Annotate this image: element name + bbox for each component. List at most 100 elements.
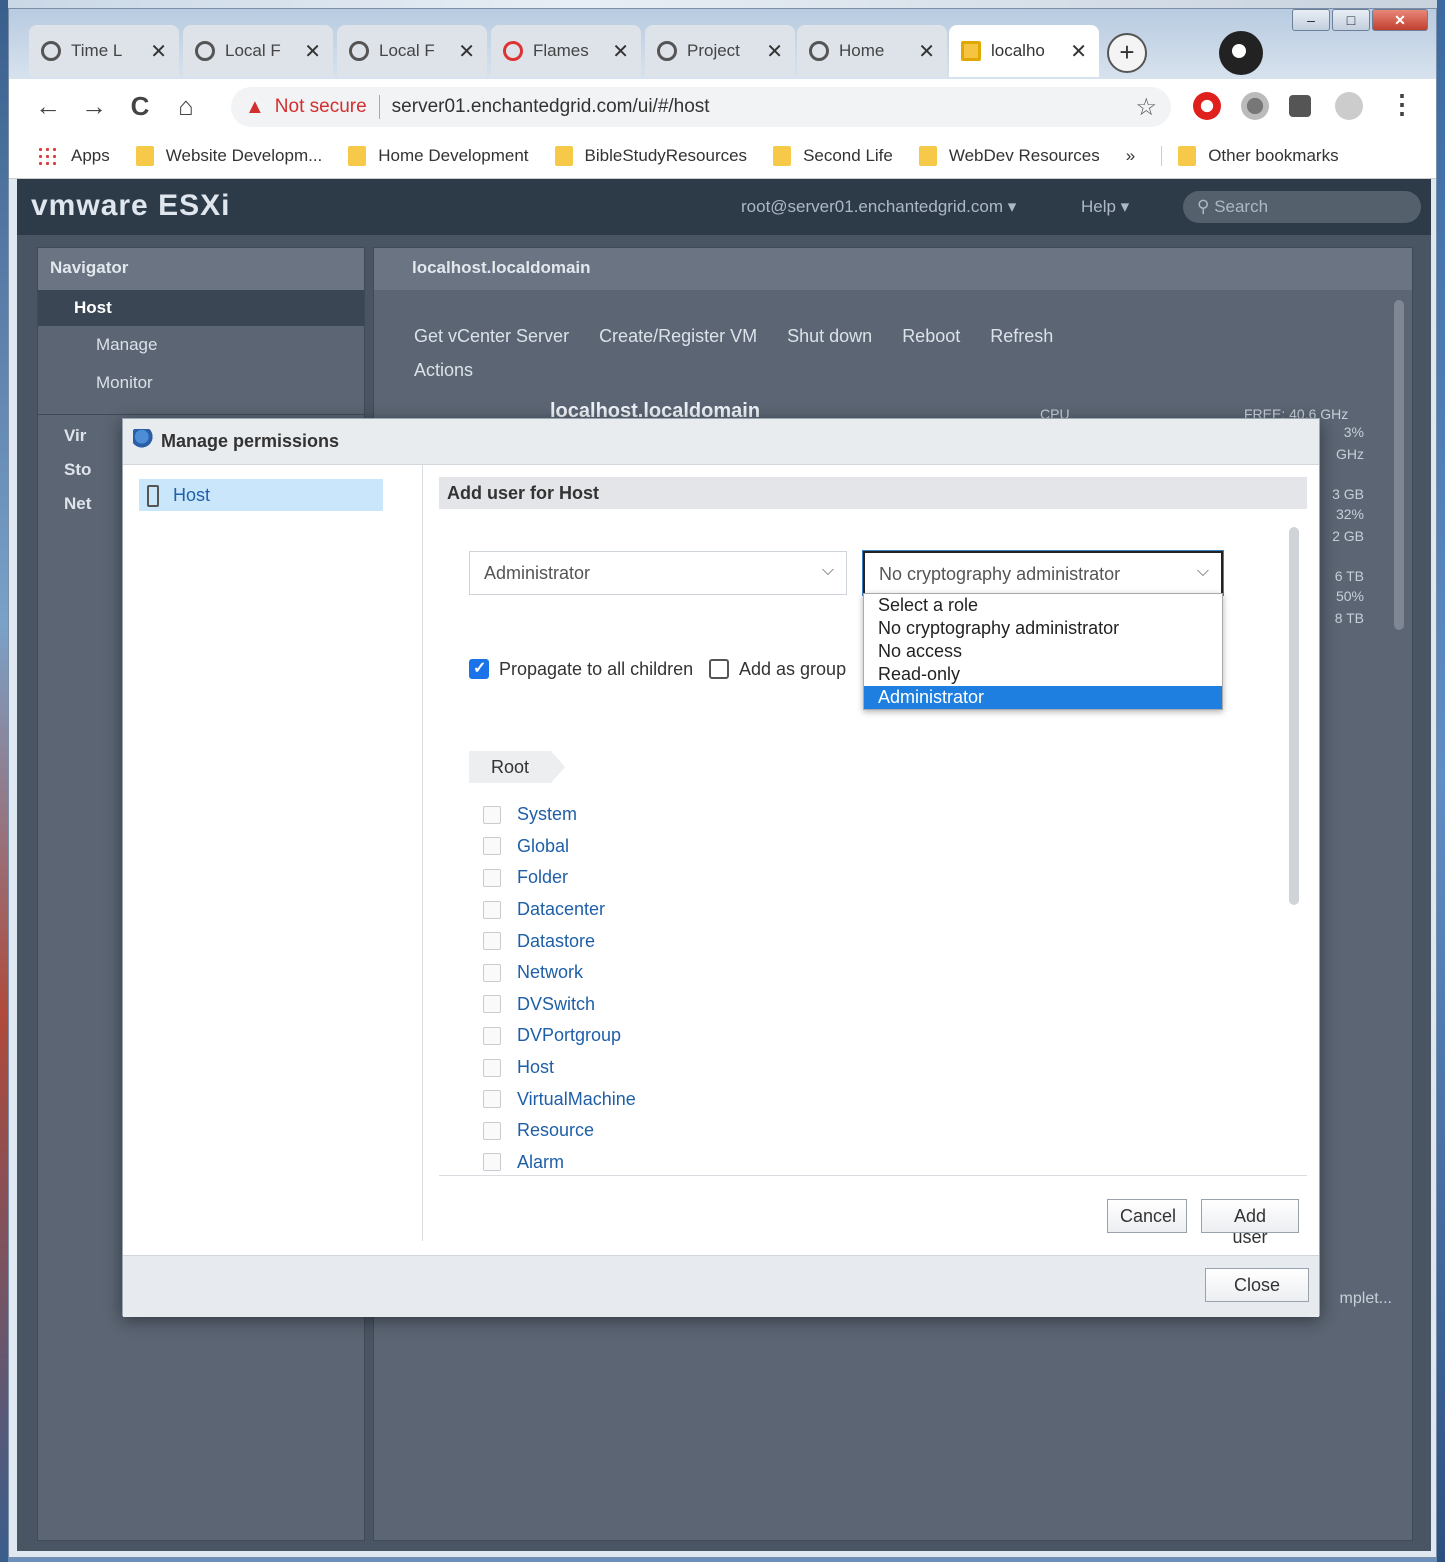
tab-title: localho: [991, 41, 1045, 60]
privilege-checkbox[interactable]: [483, 995, 501, 1014]
privilege-label[interactable]: Host: [517, 1057, 554, 1078]
shut-down-button[interactable]: Shut down: [787, 326, 872, 347]
avatar[interactable]: [1335, 92, 1363, 120]
nav-item-storage[interactable]: Sto: [64, 460, 91, 480]
maximize-button[interactable]: □: [1332, 9, 1370, 31]
privilege-checkbox[interactable]: [483, 1026, 501, 1045]
breadcrumb[interactable]: Root: [469, 751, 566, 783]
bookmark-star-icon[interactable]: ☆: [1135, 93, 1157, 122]
tab-time[interactable]: Time L ✕: [29, 25, 179, 77]
close-icon[interactable]: ✕: [304, 39, 321, 64]
security-status[interactable]: Not secure: [275, 96, 367, 118]
tab-project[interactable]: Project ✕: [645, 25, 795, 77]
scrollbar[interactable]: [1394, 300, 1404, 630]
close-icon[interactable]: ✕: [1070, 39, 1087, 64]
close-icon[interactable]: ✕: [150, 39, 167, 64]
tab-local-1[interactable]: Local F ✕: [183, 25, 333, 77]
privilege-label[interactable]: Folder: [517, 867, 568, 888]
nav-item-virtual-machines[interactable]: Vir: [64, 426, 86, 446]
new-tab-button[interactable]: +: [1107, 33, 1147, 73]
privilege-label[interactable]: Network: [517, 962, 583, 983]
reboot-button[interactable]: Reboot: [902, 326, 960, 347]
add-as-group-checkbox[interactable]: [709, 659, 729, 679]
refresh-button[interactable]: Refresh: [990, 326, 1053, 347]
privilege-checkbox[interactable]: [483, 868, 501, 887]
media-icon[interactable]: [1219, 31, 1263, 75]
bookmark-apps[interactable]: Apps: [37, 145, 110, 166]
nav-item-monitor[interactable]: Monitor: [38, 364, 364, 402]
other-bookmarks[interactable]: Other bookmarks: [1161, 145, 1339, 166]
get-vcenter-button[interactable]: Get vCenter Server: [414, 326, 569, 347]
tab-home[interactable]: Home ✕: [797, 25, 947, 77]
propagate-checkbox[interactable]: [469, 658, 489, 679]
add-user-button[interactable]: Add user: [1201, 1199, 1299, 1247]
privilege-label[interactable]: DVSwitch: [517, 994, 595, 1015]
privilege-label[interactable]: Global: [517, 836, 569, 857]
privilege-checkbox[interactable]: [483, 1090, 501, 1109]
window-close-button[interactable]: ✕: [1372, 9, 1428, 31]
bookmark-folder[interactable]: Website Developm...: [135, 145, 322, 166]
cancel-button[interactable]: Cancel: [1107, 1199, 1187, 1233]
bookmark-folder[interactable]: WebDev Resources: [918, 145, 1100, 166]
search-input[interactable]: ⚲ Search: [1183, 191, 1421, 223]
create-register-vm-button[interactable]: Create/Register VM: [599, 326, 757, 347]
tree-item-host[interactable]: Host: [139, 479, 383, 511]
role-option[interactable]: Select a role: [864, 594, 1222, 617]
bookmarks-overflow[interactable]: »: [1126, 146, 1135, 166]
extension-gear-icon[interactable]: [1241, 92, 1269, 120]
role-option-highlighted[interactable]: Administrator: [864, 686, 1222, 709]
vmware-icon: [961, 41, 981, 61]
reload-icon[interactable]: C: [117, 91, 163, 122]
tab-localhost[interactable]: localho ✕: [949, 25, 1099, 77]
privilege-checkbox[interactable]: [483, 837, 501, 856]
privilege-label[interactable]: System: [517, 804, 577, 825]
menu-icon[interactable]: ⋮: [1379, 89, 1425, 120]
scrollbar[interactable]: [1289, 527, 1299, 905]
privilege-label[interactable]: Resource: [517, 1120, 594, 1141]
nav-item-networking[interactable]: Net: [64, 494, 91, 514]
close-icon[interactable]: ✕: [458, 39, 475, 64]
role-option[interactable]: Read-only: [864, 663, 1222, 686]
user-select[interactable]: Administrator ⌵: [469, 551, 847, 595]
privilege-checkbox[interactable]: [483, 963, 501, 982]
role-select[interactable]: No cryptography administrator ⌵: [863, 551, 1223, 595]
nav-item-host[interactable]: Host: [38, 290, 364, 326]
puzzle-icon[interactable]: [1289, 95, 1311, 117]
privilege-label[interactable]: VirtualMachine: [517, 1089, 636, 1110]
privilege-label[interactable]: DVPortgroup: [517, 1025, 621, 1046]
privilege-label[interactable]: Alarm: [517, 1152, 564, 1173]
bookmark-folder[interactable]: Second Life: [773, 145, 893, 166]
address-bar[interactable]: ▲ Not secure server01.enchantedgrid.com/…: [231, 87, 1171, 127]
role-option[interactable]: No access: [864, 640, 1222, 663]
stat-value: 6 TB: [1334, 568, 1364, 584]
close-button[interactable]: Close: [1205, 1268, 1309, 1302]
opera-icon[interactable]: [1193, 92, 1221, 120]
privilege-checkbox[interactable]: [483, 1153, 501, 1172]
url-text[interactable]: server01.enchantedgrid.com/ui/#/host: [392, 96, 710, 118]
privilege-checkbox[interactable]: [483, 1058, 501, 1077]
tab-local-2[interactable]: Local F ✕: [337, 25, 487, 77]
back-icon[interactable]: ←: [25, 91, 71, 122]
close-icon[interactable]: ✕: [612, 39, 629, 64]
nav-item-manage[interactable]: Manage: [38, 326, 364, 364]
close-icon[interactable]: ✕: [766, 39, 783, 64]
template-select[interactable]: mplet...: [1340, 1290, 1392, 1308]
list-item: Folder: [483, 862, 636, 894]
close-icon[interactable]: ✕: [918, 39, 935, 64]
home-icon[interactable]: ⌂: [163, 91, 209, 122]
help-menu[interactable]: Help ▾: [1081, 197, 1129, 217]
role-option[interactable]: No cryptography administrator: [864, 617, 1222, 640]
privilege-checkbox[interactable]: [483, 932, 501, 951]
actions-button[interactable]: Actions: [414, 360, 473, 381]
privilege-label[interactable]: Datastore: [517, 931, 595, 952]
minimize-button[interactable]: –: [1292, 9, 1330, 31]
privilege-checkbox[interactable]: [483, 805, 501, 824]
bookmark-folder[interactable]: BibleStudyResources: [554, 145, 747, 166]
forward-icon[interactable]: →: [71, 91, 117, 122]
tab-flames[interactable]: Flames ✕: [491, 25, 641, 77]
bookmark-folder[interactable]: Home Development: [348, 145, 529, 166]
user-menu[interactable]: root@server01.enchantedgrid.com ▾: [741, 197, 1016, 217]
privilege-checkbox[interactable]: [483, 1121, 501, 1140]
privilege-checkbox[interactable]: [483, 900, 501, 919]
privilege-label[interactable]: Datacenter: [517, 899, 605, 920]
